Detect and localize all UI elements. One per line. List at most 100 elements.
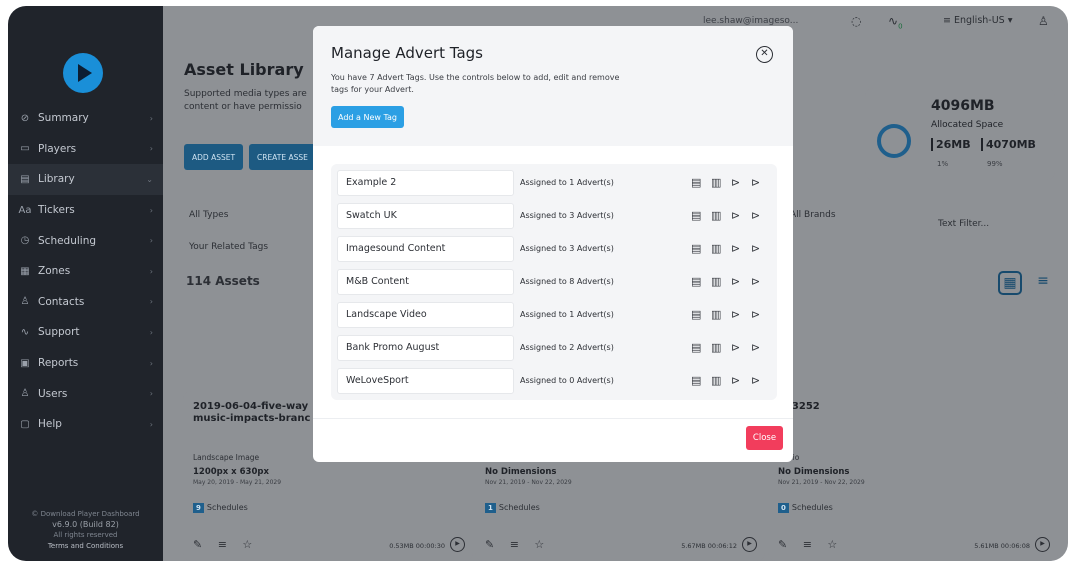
- tag-row: Bank Promo August Assigned to 2 Advert(s)…: [337, 335, 771, 361]
- chevron-right-icon: ›: [149, 266, 153, 276]
- save-icon[interactable]: ▤: [691, 209, 701, 223]
- type-filter-select[interactable]: All Types: [184, 205, 314, 225]
- chevron-right-icon: ›: [149, 419, 153, 429]
- sidebar-item-zones[interactable]: ▦ Zones ›: [8, 256, 163, 287]
- sidebar-item-summary[interactable]: ⊘ Summary ›: [8, 103, 163, 134]
- brand-filter-select[interactable]: All Brands: [785, 205, 915, 225]
- schedules-count: 0: [778, 503, 789, 513]
- sidebar-item-contacts[interactable]: ♙ Contacts ›: [8, 287, 163, 318]
- list-view-icon[interactable]: ≡: [1031, 271, 1055, 295]
- tickers-icon: Aa: [18, 204, 32, 216]
- terms-link[interactable]: Terms and Conditions: [8, 541, 163, 552]
- tag-unassign-icon[interactable]: ⊳: [751, 242, 760, 256]
- asset-actions[interactable]: ✎ ≡ ☆: [778, 538, 843, 551]
- tag-name-input[interactable]: Example 2: [337, 170, 514, 196]
- language-select[interactable]: ≡ English-US ▾: [943, 15, 1013, 26]
- logo-icon[interactable]: [63, 53, 103, 93]
- tag-unassign-icon[interactable]: ⊳: [751, 275, 760, 289]
- chevron-right-icon: ›: [149, 327, 153, 337]
- save-icon[interactable]: ▤: [691, 176, 701, 190]
- related-tags-select[interactable]: Your Related Tags: [184, 237, 314, 257]
- tag-unassign-icon[interactable]: ⊳: [751, 209, 760, 223]
- add-asset-button[interactable]: ADD ASSET: [184, 144, 244, 170]
- sidebar-item-scheduling[interactable]: ◷ Scheduling ›: [8, 225, 163, 256]
- grid-view-icon[interactable]: ▦: [998, 271, 1022, 295]
- asset-dates: Nov 21, 2019 - Nov 22, 2029: [485, 479, 572, 486]
- delete-icon[interactable]: ▥: [711, 374, 721, 388]
- delete-icon[interactable]: ▥: [711, 209, 721, 223]
- storage-used: 26MB: [931, 138, 971, 151]
- user-email[interactable]: lee.shaw@imageso...: [703, 16, 798, 26]
- asset-card[interactable]: 313252AudioNo DimensionsNov 21, 2019 - N…: [768, 391, 1058, 561]
- delete-icon[interactable]: ▥: [711, 275, 721, 289]
- sidebar-item-label: Tickers: [38, 204, 75, 217]
- create-asset-button[interactable]: CREATE ASSE: [249, 144, 316, 170]
- schedules-label: Schedules: [498, 503, 540, 512]
- add-tag-button[interactable]: Add a New Tag: [331, 106, 404, 128]
- tag-row: Swatch UK Assigned to 3 Advert(s) ▤ ▥ ⊳ ⊳: [337, 203, 771, 229]
- tag-name-input[interactable]: M&B Content: [337, 269, 514, 295]
- asset-schedules[interactable]: 1 Schedules: [485, 503, 540, 513]
- activity-icon[interactable]: ∿0: [888, 14, 903, 30]
- tag-assign-icon[interactable]: ⊳: [731, 308, 740, 322]
- tag-unassign-icon[interactable]: ⊳: [751, 374, 760, 388]
- delete-icon[interactable]: ▥: [711, 308, 721, 322]
- sidebar-item-users[interactable]: ♙ Users ›: [8, 378, 163, 409]
- help-icon: ▢: [20, 418, 30, 430]
- tag-assign-icon[interactable]: ⊳: [731, 341, 740, 355]
- text-filter-input[interactable]: Text Filter...: [933, 214, 1058, 234]
- library-icon: ▤: [20, 173, 30, 185]
- sidebar: ⊘ Summary › ▭ Players › ▤ Library ⌄ Aa Tickers › ◷ Sc…: [8, 6, 163, 561]
- tag-unassign-icon[interactable]: ⊳: [751, 341, 760, 355]
- sidebar-item-reports[interactable]: ▣ Reports ›: [8, 348, 163, 379]
- delete-icon[interactable]: ▥: [711, 341, 721, 355]
- tag-assign-icon[interactable]: ⊳: [731, 242, 740, 256]
- play-icon[interactable]: ▶: [1035, 537, 1050, 552]
- sidebar-item-library[interactable]: ▤ Library ⌄: [8, 164, 163, 195]
- tag-name-input[interactable]: Bank Promo August: [337, 335, 514, 361]
- tag-unassign-icon[interactable]: ⊳: [751, 308, 760, 322]
- close-button[interactable]: Close: [746, 426, 783, 450]
- close-icon[interactable]: ✕: [756, 46, 773, 63]
- storage-card: 4096MB Allocated Space 26MB 4070MB 1% 99…: [865, 88, 1055, 180]
- chat-icon[interactable]: ◌: [851, 14, 861, 28]
- sidebar-item-support[interactable]: ∿ Support ›: [8, 317, 163, 348]
- sidebar-item-tickers[interactable]: Aa Tickers ›: [8, 195, 163, 226]
- tag-assign-icon[interactable]: ⊳: [731, 374, 740, 388]
- tag-name-input[interactable]: WeLoveSport: [337, 368, 514, 394]
- user-icon[interactable]: ♙: [1038, 14, 1049, 28]
- tag-name-input[interactable]: Landscape Video: [337, 302, 514, 328]
- page-description: Supported media types are content or hav…: [184, 89, 307, 112]
- play-icon[interactable]: ▶: [450, 537, 465, 552]
- asset-actions[interactable]: ✎ ≡ ☆: [485, 538, 550, 551]
- tag-assigned-count: Assigned to 3 Advert(s): [520, 211, 614, 220]
- delete-icon[interactable]: ▥: [711, 242, 721, 256]
- scheduling-icon: ◷: [20, 235, 30, 247]
- manage-tags-modal: Manage Advert Tags You have 7 Advert Tag…: [313, 26, 793, 462]
- tag-assign-icon[interactable]: ⊳: [731, 275, 740, 289]
- asset-schedules[interactable]: 0 Schedules: [778, 503, 833, 513]
- asset-schedules[interactable]: 9 Schedules: [193, 503, 248, 513]
- storage-available-pct: 99%: [987, 160, 1003, 168]
- asset-actions[interactable]: ✎ ≡ ☆: [193, 538, 258, 551]
- sidebar-item-help[interactable]: ▢ Help ›: [8, 409, 163, 440]
- tag-unassign-icon[interactable]: ⊳: [751, 176, 760, 190]
- save-icon[interactable]: ▤: [691, 275, 701, 289]
- save-icon[interactable]: ▤: [691, 374, 701, 388]
- save-icon[interactable]: ▤: [691, 242, 701, 256]
- asset-meta: 0.53MB 00:00:30: [389, 542, 445, 550]
- asset-dates: Nov 21, 2019 - Nov 22, 2029: [778, 479, 865, 486]
- delete-icon[interactable]: ▥: [711, 176, 721, 190]
- tag-assign-icon[interactable]: ⊳: [731, 209, 740, 223]
- tag-name-input[interactable]: Imagesound Content: [337, 236, 514, 262]
- save-icon[interactable]: ▤: [691, 341, 701, 355]
- tag-assign-icon[interactable]: ⊳: [731, 176, 740, 190]
- sidebar-item-label: Support: [38, 326, 80, 339]
- play-icon[interactable]: ▶: [742, 537, 757, 552]
- sidebar-item-players[interactable]: ▭ Players ›: [8, 134, 163, 165]
- storage-available: 4070MB: [981, 138, 1036, 151]
- tag-name-input[interactable]: Swatch UK: [337, 203, 514, 229]
- tag-row: Example 2 Assigned to 1 Advert(s) ▤ ▥ ⊳ ⊳: [337, 170, 771, 196]
- save-icon[interactable]: ▤: [691, 308, 701, 322]
- sidebar-item-label: Users: [38, 387, 68, 400]
